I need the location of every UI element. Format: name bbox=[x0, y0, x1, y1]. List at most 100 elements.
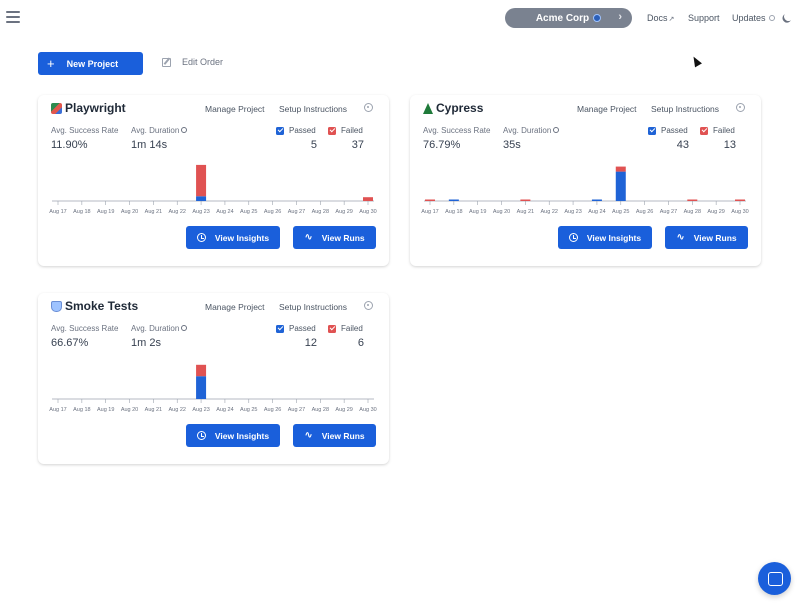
gear-icon[interactable] bbox=[364, 103, 373, 112]
manage-project-link[interactable]: Manage Project bbox=[577, 104, 637, 114]
legend-failed[interactable]: Failed bbox=[328, 324, 363, 333]
view-runs-button[interactable]: ∿ View Runs bbox=[293, 226, 376, 249]
project-title[interactable]: Smoke Tests bbox=[51, 299, 138, 313]
project-title[interactable]: Playwright bbox=[51, 101, 126, 115]
chart-tick-label: Aug 19 bbox=[97, 407, 114, 413]
gear-icon[interactable] bbox=[364, 301, 373, 310]
gear-icon[interactable] bbox=[736, 103, 745, 112]
shield-icon bbox=[51, 300, 62, 312]
checkbox-checked-icon[interactable] bbox=[276, 324, 284, 333]
view-runs-button[interactable]: ∿ View Runs bbox=[665, 226, 748, 249]
chart-bar-failed[interactable] bbox=[196, 364, 207, 377]
avg-duration-label: Avg. Duration bbox=[131, 126, 188, 135]
project-card-playwright: Playwright Manage Project Setup Instruct… bbox=[38, 95, 389, 266]
docs-link[interactable]: Docs↗ bbox=[647, 13, 674, 23]
passed-count: 43 bbox=[676, 139, 689, 151]
manage-project-link[interactable]: Manage Project bbox=[205, 104, 265, 114]
view-insights-button[interactable]: View Insights bbox=[558, 226, 652, 249]
chart-tick-label: Aug 19 bbox=[97, 209, 114, 215]
runs-bar-chart: Aug 17 Aug 18 Aug 19 Aug 20 Aug 21 Aug 22 Aug … bbox=[49, 364, 377, 413]
chart-bar-passed[interactable] bbox=[591, 199, 602, 202]
passed-count: 12 bbox=[304, 337, 317, 349]
chart-tick-label: Aug 30 bbox=[731, 209, 748, 215]
chart-bar-failed[interactable] bbox=[425, 199, 435, 202]
chart-tick-label: Aug 24 bbox=[216, 407, 233, 413]
setup-instructions-link[interactable]: Setup Instructions bbox=[651, 104, 719, 114]
avg-duration-label: Avg. Duration bbox=[131, 324, 188, 333]
checkbox-checked-icon[interactable] bbox=[276, 126, 284, 135]
organization-switcher[interactable]: Acme Corp › bbox=[505, 8, 632, 28]
chart-tick-label: Aug 27 bbox=[660, 209, 677, 215]
legend-failed[interactable]: Failed bbox=[328, 126, 363, 135]
checkbox-checked-icon[interactable] bbox=[328, 324, 336, 333]
chevron-right-icon: › bbox=[618, 11, 622, 23]
runs-bar-chart: Aug 17 Aug 18 Aug 19 Aug 20 Aug 21 Aug 22 Aug … bbox=[49, 164, 377, 215]
checkbox-checked-icon[interactable] bbox=[328, 126, 336, 135]
legend-passed[interactable]: Passed bbox=[276, 126, 316, 135]
chat-support-icon[interactable] bbox=[758, 562, 791, 595]
legend-passed[interactable]: Passed bbox=[648, 126, 688, 135]
support-link[interactable]: Support bbox=[688, 13, 720, 23]
chart-tick-label: Aug 19 bbox=[469, 209, 486, 215]
project-card-smoke-tests: Smoke Tests Manage Project Setup Instruc… bbox=[38, 293, 389, 464]
edit-order-button[interactable]: Edit Order bbox=[162, 57, 223, 67]
chart-tick-label: Aug 28 bbox=[312, 209, 329, 215]
runs-bar-chart: Aug 17 Aug 18 Aug 19 Aug 20 Aug 21 Aug 22 Aug … bbox=[421, 166, 749, 215]
info-icon[interactable] bbox=[181, 325, 188, 331]
clock-icon bbox=[196, 233, 206, 242]
chart-tick-label: Aug 28 bbox=[684, 209, 701, 215]
chart-tick-label: Aug 18 bbox=[445, 209, 462, 215]
chart-tick-label: Aug 21 bbox=[517, 209, 534, 215]
view-runs-button[interactable]: ∿ View Runs bbox=[293, 424, 376, 447]
chart-bar-passed[interactable] bbox=[196, 376, 207, 399]
failed-count: 37 bbox=[351, 139, 364, 151]
legend-passed[interactable]: Passed bbox=[276, 324, 316, 333]
edit-icon bbox=[162, 57, 171, 67]
checkbox-checked-icon[interactable] bbox=[700, 126, 708, 135]
chart-bar-failed[interactable] bbox=[363, 197, 373, 201]
chart-bar-failed[interactable] bbox=[687, 199, 698, 202]
manage-project-link[interactable]: Manage Project bbox=[205, 302, 265, 312]
chart-tick-label: Aug 17 bbox=[49, 407, 66, 413]
chart-bar-failed[interactable] bbox=[520, 199, 531, 202]
chart-tick-label: Aug 23 bbox=[192, 209, 209, 215]
project-title[interactable]: Cypress bbox=[423, 101, 483, 115]
info-icon[interactable] bbox=[553, 127, 560, 133]
dark-mode-toggle-icon[interactable] bbox=[783, 11, 795, 23]
chart-tick-label: Aug 17 bbox=[49, 209, 66, 215]
chart-tick-label: Aug 23 bbox=[564, 209, 581, 215]
clock-icon bbox=[568, 233, 578, 242]
chart-tick-label: Aug 17 bbox=[421, 209, 438, 215]
view-insights-button[interactable]: View Insights bbox=[186, 226, 280, 249]
chart-bar-passed[interactable] bbox=[196, 196, 207, 201]
setup-instructions-link[interactable]: Setup Instructions bbox=[279, 104, 347, 114]
legend-failed[interactable]: Failed bbox=[700, 126, 735, 135]
chart-bar-failed[interactable] bbox=[196, 164, 207, 197]
chart-tick-label: Aug 22 bbox=[169, 209, 186, 215]
updates-link[interactable]: Updates bbox=[732, 13, 775, 23]
chart-tick-label: Aug 25 bbox=[240, 407, 257, 413]
setup-instructions-link[interactable]: Setup Instructions bbox=[279, 302, 347, 312]
globe-icon bbox=[593, 14, 602, 22]
hamburger-menu-icon[interactable] bbox=[6, 11, 20, 23]
chart-bar-failed[interactable] bbox=[615, 166, 626, 172]
chart-tick-label: Aug 21 bbox=[145, 407, 162, 413]
chart-bar-passed[interactable] bbox=[448, 199, 459, 202]
chart-bar-failed[interactable] bbox=[735, 199, 745, 202]
chart-tick-label: Aug 25 bbox=[612, 209, 629, 215]
chart-tick-label: Aug 30 bbox=[359, 209, 376, 215]
info-icon[interactable] bbox=[181, 127, 188, 133]
new-project-button[interactable]: + New Project bbox=[38, 52, 143, 75]
avg-success-rate-label: Avg. Success Rate bbox=[51, 126, 119, 135]
avg-duration-value: 35s bbox=[503, 139, 521, 151]
chart-tick-label: Aug 26 bbox=[264, 407, 281, 413]
chart-tick-label: Aug 29 bbox=[707, 209, 724, 215]
chart-tick-label: Aug 18 bbox=[73, 209, 90, 215]
view-insights-button[interactable]: View Insights bbox=[186, 424, 280, 447]
chart-bar-passed[interactable] bbox=[615, 171, 626, 201]
plus-icon: + bbox=[47, 55, 55, 71]
checkbox-checked-icon[interactable] bbox=[648, 126, 656, 135]
chart-tick-label: Aug 20 bbox=[121, 209, 138, 215]
chart-tick-label: Aug 26 bbox=[264, 209, 281, 215]
passed-count: 5 bbox=[310, 139, 317, 151]
